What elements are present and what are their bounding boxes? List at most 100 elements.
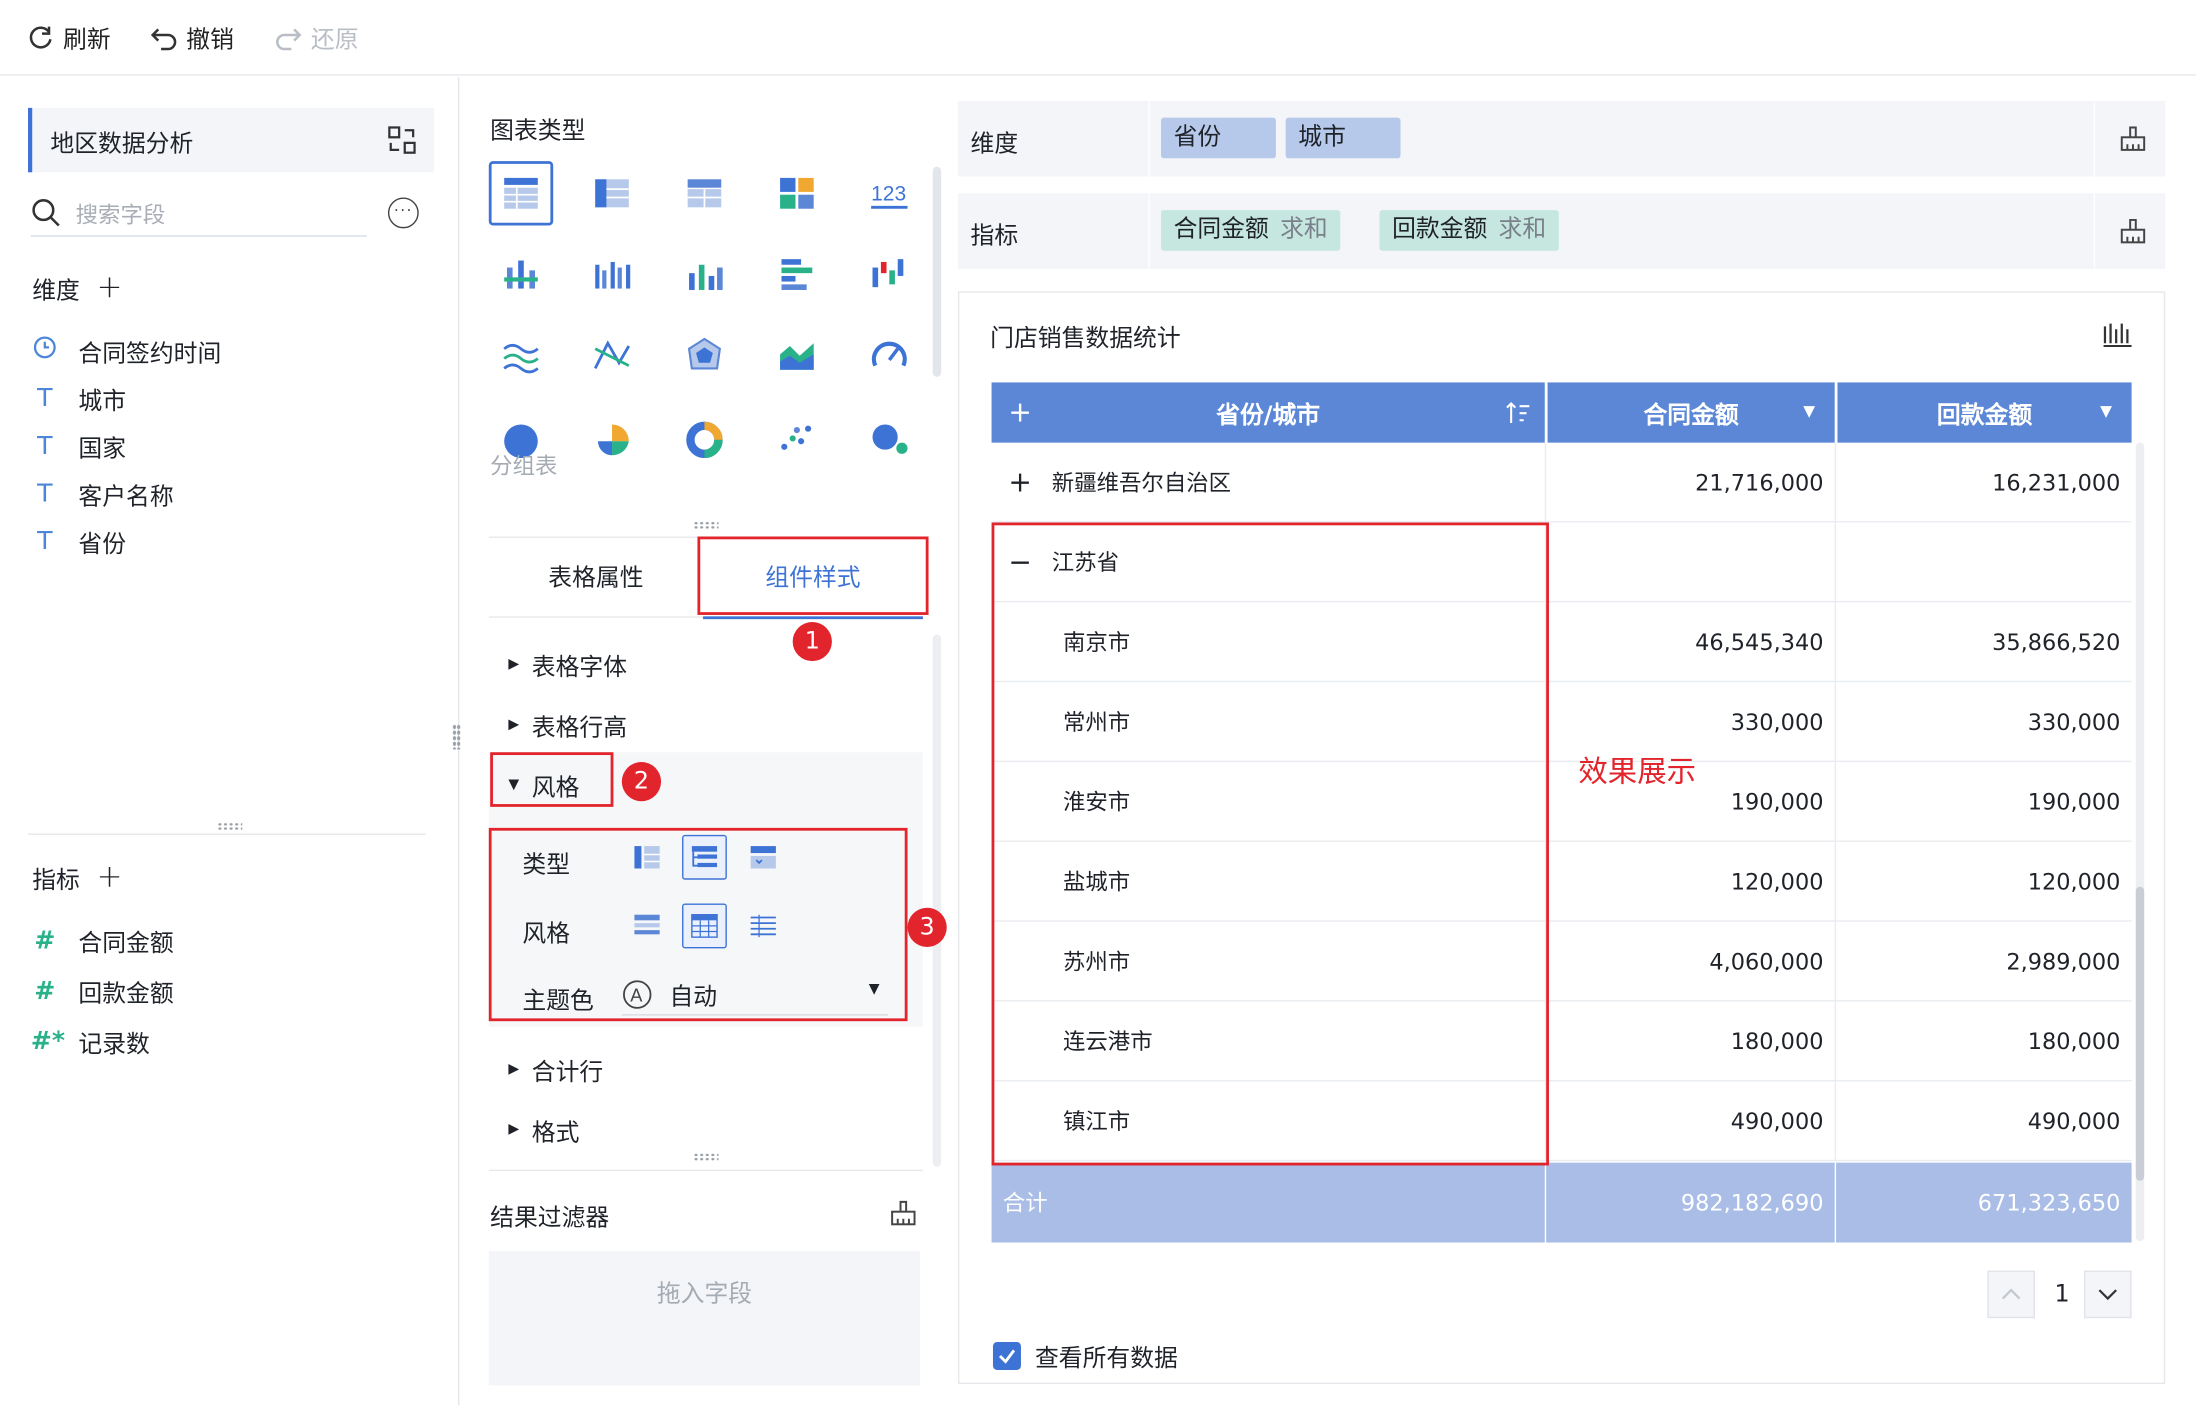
collapsed-triangle-icon: ▶ <box>508 1061 520 1078</box>
add-dimension-icon[interactable]: + <box>97 272 123 303</box>
refresh-button[interactable]: 刷新 <box>27 20 111 55</box>
view-all-data-checkbox[interactable]: 查看所有数据 <box>992 1338 1178 1373</box>
field-item[interactable]: # 合同金额 <box>31 923 174 959</box>
grouped-bar-chart-icon[interactable] <box>580 242 644 306</box>
page-up-button[interactable] <box>1987 1270 2035 1319</box>
panel-resize-handle[interactable] <box>452 724 461 750</box>
field-item[interactable]: # 回款金额 <box>31 974 174 1009</box>
field-item[interactable]: T 客户名称 <box>31 476 174 511</box>
hash-icon: # <box>34 976 56 1006</box>
rose-chart-icon[interactable] <box>580 405 644 469</box>
clear-dimension-icon[interactable] <box>2118 123 2149 154</box>
dataset-selector[interactable]: 地区数据分析 <box>28 107 435 173</box>
undo-icon <box>150 27 177 50</box>
field-item[interactable]: #* 记录数 <box>31 1024 150 1059</box>
clear-filter-icon[interactable] <box>888 1198 919 1229</box>
section-label: 格式 <box>531 1119 580 1148</box>
header-contract-amount[interactable]: 合同金额 ▼ <box>1547 382 1835 443</box>
section-row-height[interactable]: ▶ 表格行高 <box>508 707 627 742</box>
divider <box>1834 602 1837 683</box>
waterfall-chart-icon[interactable] <box>857 242 921 306</box>
cross-line-chart-icon[interactable] <box>580 324 644 388</box>
divider <box>1834 522 1837 603</box>
contract-cell: 180,000 <box>1730 1028 1824 1055</box>
column-chart-icon[interactable] <box>672 242 736 306</box>
divider <box>2093 100 2096 177</box>
table-scrollbar-thumb[interactable] <box>2135 886 2145 1181</box>
horizontal-bar-chart-icon[interactable] <box>765 242 829 306</box>
cross-table-chart-icon[interactable] <box>580 161 644 225</box>
section-total-row[interactable]: ▶ 合计行 <box>508 1052 603 1087</box>
chart-type-scrollbar[interactable] <box>932 166 942 377</box>
resize-handle[interactable] <box>693 521 719 530</box>
payment-cell: 330,000 <box>2027 708 2121 736</box>
field-search-input[interactable]: 搜索字段 <box>30 189 367 237</box>
sort-icon[interactable] <box>1506 401 1531 426</box>
style-scrollbar[interactable] <box>932 634 942 1167</box>
undo-button[interactable]: 撤销 <box>150 20 234 55</box>
refresh-label: 刷新 <box>63 26 111 55</box>
dropdown-arrow-icon[interactable]: ▼ <box>2100 402 2112 420</box>
row-label: 新疆维吾尔自治区 <box>1051 469 1232 496</box>
field-item[interactable]: 合同签约时间 <box>31 333 221 368</box>
section-table-font[interactable]: ▶ 表格字体 <box>508 647 627 682</box>
kpi-grid-chart-icon[interactable] <box>765 161 829 225</box>
metric-pill[interactable]: 合同金额 求和 <box>1161 210 1341 251</box>
divider <box>1148 100 1150 177</box>
field-item[interactable]: T 省份 <box>31 524 126 559</box>
resize-handle[interactable] <box>217 822 243 831</box>
annotation-box-3 <box>488 827 908 1022</box>
add-metric-icon[interactable]: + <box>97 861 123 893</box>
bubble-chart-icon[interactable] <box>857 405 921 469</box>
section-format[interactable]: ▶ 格式 <box>508 1112 579 1147</box>
divider <box>1544 442 1547 523</box>
page-down-button[interactable] <box>2083 1270 2132 1319</box>
field-label: 城市 <box>78 388 127 417</box>
group-table-chart-icon[interactable] <box>488 161 554 226</box>
field-label: 回款金额 <box>78 980 174 1009</box>
detail-table-chart-icon[interactable] <box>672 161 736 225</box>
filter-drop-zone[interactable]: 拖入字段 <box>488 1250 921 1386</box>
payment-cell: 180,000 <box>2027 1028 2121 1055</box>
dropdown-arrow-icon[interactable]: ▼ <box>1803 402 1815 420</box>
expand-all-icon[interactable]: + <box>1008 395 1031 429</box>
field-item[interactable]: T 国家 <box>31 429 126 463</box>
donut-chart-icon[interactable] <box>672 405 736 469</box>
contract-cell: 21,716,000 <box>1695 469 1824 496</box>
field-label: 记录数 <box>78 1030 150 1060</box>
config-panel: 图表类型 123 分组表 表格属性 组件样式 1 ▶ 表格字体 ▶ 表格行高 ▼… <box>461 77 957 1405</box>
area-chart-icon[interactable] <box>765 324 829 388</box>
resize-handle[interactable] <box>693 1152 719 1162</box>
field-label: 省份 <box>78 530 127 559</box>
switch-dataset-icon[interactable] <box>387 125 418 156</box>
radar-chart-icon[interactable] <box>672 324 736 388</box>
table-row: + 新疆维吾尔自治区 21,716,000 16,231,000 <box>991 442 2132 523</box>
dimension-pill[interactable]: 省份 <box>1161 117 1276 159</box>
number-chart-icon[interactable]: 123 <box>857 161 921 225</box>
undo-label: 撤销 <box>186 26 234 55</box>
line-chart-icon[interactable] <box>489 324 553 388</box>
dataset-name: 地区数据分析 <box>50 129 194 158</box>
tab-table-properties[interactable]: 表格属性 <box>489 538 703 619</box>
scatter-chart-icon[interactable] <box>765 405 829 469</box>
drop-hint: 拖入字段 <box>656 1280 753 1309</box>
clear-metric-icon[interactable] <box>2118 216 2149 247</box>
checkbox-checked-icon <box>992 1341 1021 1370</box>
divider <box>1834 1001 1837 1082</box>
expand-icon[interactable]: + <box>1008 443 1031 523</box>
dimension-drop-row[interactable]: 维度 省份 城市 <box>957 100 2166 177</box>
header-province-city[interactable]: + 省份/城市 <box>991 382 1545 443</box>
chart-type-title: 图表类型 <box>490 117 586 146</box>
redo-button[interactable]: 还原 <box>274 20 359 55</box>
header-payment-amount[interactable]: 回款金额 ▼ <box>1837 382 2132 443</box>
payment-cell: 490,000 <box>2027 1108 2121 1135</box>
dimension-pill[interactable]: 城市 <box>1285 117 1401 159</box>
metric-drop-row[interactable]: 指标 合同金额 求和 回款金额 求和 <box>957 193 2166 269</box>
field-label: 合同金额 <box>78 930 174 959</box>
gauge-chart-icon[interactable] <box>857 324 921 388</box>
more-options-icon[interactable]: ··· <box>387 197 419 229</box>
chart-settings-icon[interactable] <box>2102 321 2133 349</box>
metric-pill[interactable]: 回款金额 求和 <box>1379 210 1559 251</box>
field-item[interactable]: T 城市 <box>31 381 126 416</box>
stacked-bar-chart-icon[interactable] <box>489 242 553 306</box>
